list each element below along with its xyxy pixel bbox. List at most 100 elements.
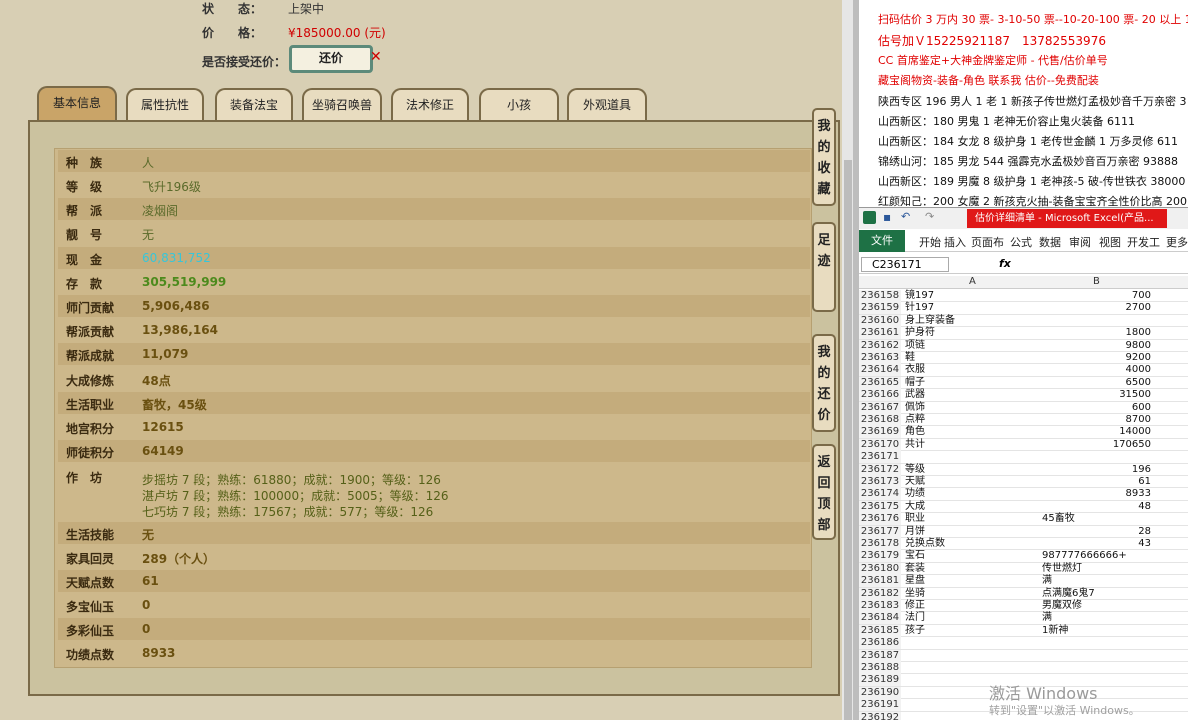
cell-a[interactable]: 佩饰	[905, 402, 925, 414]
row-number[interactable]: 236169	[859, 426, 901, 439]
cell-b[interactable]: 2700	[1039, 302, 1151, 314]
row-number[interactable]: 236166	[859, 389, 901, 402]
my-offers-button[interactable]: 我的还价	[812, 334, 836, 432]
cell-b[interactable]: 45畜牧	[1042, 513, 1075, 525]
ribbon-tab-view[interactable]: 视图	[1099, 234, 1121, 250]
cell-a[interactable]: 针197	[905, 302, 934, 314]
row-number[interactable]: 236188	[859, 662, 901, 674]
row-number[interactable]: 236179	[859, 550, 901, 563]
column-header-b[interactable]: B	[1093, 276, 1100, 287]
tab-equipment[interactable]: 装备法宝	[215, 88, 293, 121]
row-number[interactable]: 236177	[859, 525, 901, 538]
cell-b[interactable]: 987777666666+	[1042, 550, 1127, 562]
cell-a[interactable]: 天赋	[905, 476, 925, 488]
spreadsheet-row[interactable]: 236174 功绩 8933	[859, 488, 1188, 501]
spreadsheet-row[interactable]: 236171	[859, 451, 1188, 464]
cell-b[interactable]: 43	[1039, 538, 1151, 550]
row-number[interactable]: 236164	[859, 364, 901, 377]
spreadsheet-row[interactable]: 236160 身上穿装备	[859, 314, 1188, 328]
spreadsheet-row[interactable]: 236178 兑换点数 43	[859, 538, 1188, 551]
cell-b[interactable]: 传世燃灯	[1042, 563, 1082, 575]
ribbon-tab-data[interactable]: 数据	[1039, 234, 1061, 250]
cell-a[interactable]: 修正	[905, 600, 925, 612]
spreadsheet-row[interactable]: 236180 套装 传世燃灯	[859, 562, 1188, 576]
row-number[interactable]: 236158	[859, 290, 901, 302]
ribbon-tab-review[interactable]: 审阅	[1069, 234, 1091, 250]
spreadsheet-row[interactable]: 236179 宝石 987777666666+	[859, 550, 1188, 563]
close-icon[interactable]: ✕	[370, 49, 382, 65]
spreadsheet-row[interactable]: 236169 角色 14000	[859, 426, 1188, 439]
cell-b[interactable]: 700	[1039, 290, 1151, 302]
row-number[interactable]: 236192	[859, 711, 901, 720]
undo-icon[interactable]: ↶	[901, 210, 910, 223]
row-number[interactable]: 236190	[859, 686, 901, 699]
cell-b[interactable]: 48	[1039, 501, 1151, 513]
cell-b[interactable]: 1800	[1039, 327, 1151, 339]
cell-a[interactable]: 护身符	[905, 327, 935, 339]
row-number[interactable]: 236185	[859, 624, 901, 637]
row-number[interactable]: 236173	[859, 476, 901, 488]
spreadsheet-row[interactable]: 236158 镜197 700	[859, 290, 1188, 303]
cell-b[interactable]: 8700	[1039, 414, 1151, 426]
cell-a[interactable]: 大成	[905, 501, 925, 513]
spreadsheet-row[interactable]: 236186	[859, 637, 1188, 650]
spreadsheet-row[interactable]: 236162 项链 9800	[859, 339, 1188, 352]
spreadsheet-row[interactable]: 236165 帽子 6500	[859, 376, 1188, 390]
back-to-top-button[interactable]: 返回顶部	[812, 444, 836, 540]
row-number[interactable]: 236171	[859, 451, 901, 464]
spreadsheet-row[interactable]: 236164 衣服 4000	[859, 364, 1188, 377]
cell-b[interactable]: 14000	[1039, 426, 1151, 438]
cell-b[interactable]: 满	[1042, 612, 1052, 624]
ribbon-tab-home[interactable]: 开始	[919, 234, 941, 250]
cell-a[interactable]: 共计	[905, 439, 925, 451]
tab-spells[interactable]: 法术修正	[391, 88, 469, 121]
spreadsheet-row[interactable]: 236175 大成 48	[859, 500, 1188, 514]
fx-icon[interactable]: fx	[999, 257, 1011, 270]
cell-b[interactable]: 600	[1039, 402, 1151, 414]
cell-a[interactable]: 功绩	[905, 488, 925, 500]
cell-a[interactable]: 鞋	[905, 352, 915, 364]
row-number[interactable]: 236186	[859, 637, 901, 650]
row-number[interactable]: 236183	[859, 600, 901, 612]
row-number[interactable]: 236165	[859, 376, 901, 389]
cell-b[interactable]: 4000	[1039, 364, 1151, 376]
row-number[interactable]: 236178	[859, 538, 901, 550]
cell-a[interactable]: 点粹	[905, 414, 925, 426]
scrollbar-thumb[interactable]	[844, 160, 852, 720]
row-number[interactable]: 236184	[859, 612, 901, 625]
cell-a[interactable]: 坐骑	[905, 588, 925, 600]
redo-icon[interactable]: ↷	[925, 210, 934, 223]
row-number[interactable]: 236160	[859, 314, 901, 327]
spreadsheet-row[interactable]: 236168 点粹 8700	[859, 414, 1188, 427]
ribbon-tab-insert[interactable]: 插入	[944, 234, 966, 250]
name-box[interactable]: C236171	[861, 257, 949, 272]
row-number[interactable]: 236182	[859, 587, 901, 600]
row-number[interactable]: 236191	[859, 699, 901, 712]
row-number[interactable]: 236172	[859, 463, 901, 476]
cell-a[interactable]: 宝石	[905, 550, 925, 562]
row-number[interactable]: 236180	[859, 562, 901, 575]
counter-offer-button[interactable]: 还价	[289, 45, 373, 73]
row-number[interactable]: 236163	[859, 352, 901, 364]
row-number[interactable]: 236162	[859, 339, 901, 352]
footprint-button[interactable]: 足迹	[812, 222, 836, 312]
cell-a[interactable]: 身上穿装备	[905, 315, 955, 327]
cell-b[interactable]: 点满魔6鬼7	[1042, 588, 1095, 600]
column-header-a[interactable]: A	[969, 276, 976, 287]
spreadsheet-row[interactable]: 236173 天赋 61	[859, 476, 1188, 489]
ribbon-tab-formulas[interactable]: 公式	[1010, 234, 1032, 250]
tab-children[interactable]: 小孩	[479, 88, 559, 121]
cell-b[interactable]: 满	[1042, 575, 1052, 587]
cell-a[interactable]: 武器	[905, 389, 925, 401]
row-number[interactable]: 236170	[859, 438, 901, 451]
cell-b[interactable]: 8933	[1039, 488, 1151, 500]
ribbon-tab-layout[interactable]: 页面布	[971, 234, 1004, 250]
spreadsheet-row[interactable]: 236183 修正 男魔双修	[859, 600, 1188, 613]
row-number[interactable]: 236161	[859, 327, 901, 340]
cell-a[interactable]: 职业	[905, 513, 925, 525]
spreadsheet-row[interactable]: 236184 法门 满	[859, 612, 1188, 625]
row-number[interactable]: 236174	[859, 488, 901, 501]
row-number[interactable]: 236175	[859, 500, 901, 513]
cell-a[interactable]: 镜197	[905, 290, 934, 302]
cell-b[interactable]: 9800	[1039, 340, 1151, 352]
